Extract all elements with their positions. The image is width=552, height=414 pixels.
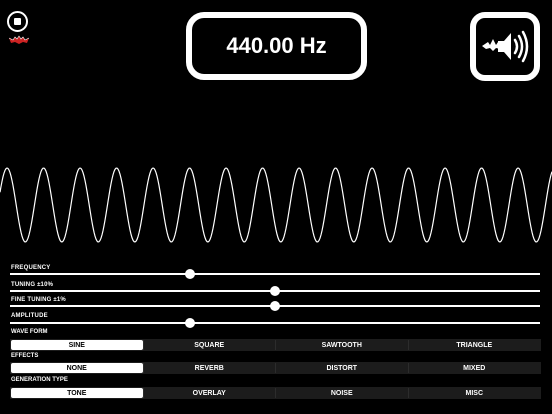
- wave-form-sine[interactable]: SINE: [11, 340, 143, 350]
- generation-type-selector: TONE OVERLAY NOISE MISC: [10, 387, 541, 399]
- wave-form-triangle[interactable]: TRIANGLE: [407, 340, 541, 350]
- fine-tuning-slider-thumb[interactable]: [270, 301, 280, 311]
- frequency-label: FREQUENCY: [11, 265, 51, 271]
- stop-icon: [14, 18, 21, 25]
- tuning-slider-thumb[interactable]: [270, 286, 280, 296]
- generation-type-noise[interactable]: NOISE: [275, 388, 408, 398]
- speaker-volume-icon: [482, 30, 529, 63]
- amplitude-slider-thumb[interactable]: [185, 318, 196, 328]
- fine-tuning-slider[interactable]: [10, 301, 540, 311]
- wave-form-selector: SINE SQUARE SAWTOOTH TRIANGLE: [10, 339, 541, 351]
- generation-type-misc[interactable]: MISC: [407, 388, 541, 398]
- frequency-slider[interactable]: [10, 269, 540, 279]
- tuning-slider[interactable]: [10, 286, 540, 296]
- amplitude-slider[interactable]: [10, 318, 540, 328]
- effects-reverb[interactable]: REVERB: [142, 363, 276, 373]
- amplitude-label: AMPLITUDE: [11, 313, 48, 319]
- waveform-display: [0, 167, 552, 243]
- generation-type-overlay[interactable]: OVERLAY: [142, 388, 276, 398]
- wave-form-square[interactable]: SQUARE: [142, 340, 276, 350]
- tuning-label: TUNING ±10%: [11, 282, 54, 288]
- speaker-button[interactable]: [470, 12, 540, 81]
- waveform-line: [0, 167, 552, 243]
- effects-selector: NONE REVERB DISTORT MIXED: [10, 362, 541, 374]
- frequency-slider-thumb[interactable]: [185, 269, 196, 279]
- generation-type-tone[interactable]: TONE: [11, 388, 143, 398]
- effects-none[interactable]: NONE: [11, 363, 143, 373]
- stop-button[interactable]: [7, 11, 28, 32]
- wave-form-sawtooth[interactable]: SAWTOOTH: [275, 340, 408, 350]
- frequency-display: 440.00 Hz: [186, 12, 367, 80]
- fine-tuning-label: FINE TUNING ±1%: [11, 297, 66, 303]
- wave-form-label: WAVE FORM: [11, 329, 48, 335]
- frequency-value: 440.00 Hz: [226, 33, 327, 58]
- generation-type-label: GENERATION TYPE: [11, 377, 68, 383]
- effects-label: EFFECTS: [11, 353, 39, 359]
- effects-mixed[interactable]: MIXED: [407, 363, 541, 373]
- bat-icon: [9, 35, 29, 44]
- effects-distort[interactable]: DISTORT: [275, 363, 408, 373]
